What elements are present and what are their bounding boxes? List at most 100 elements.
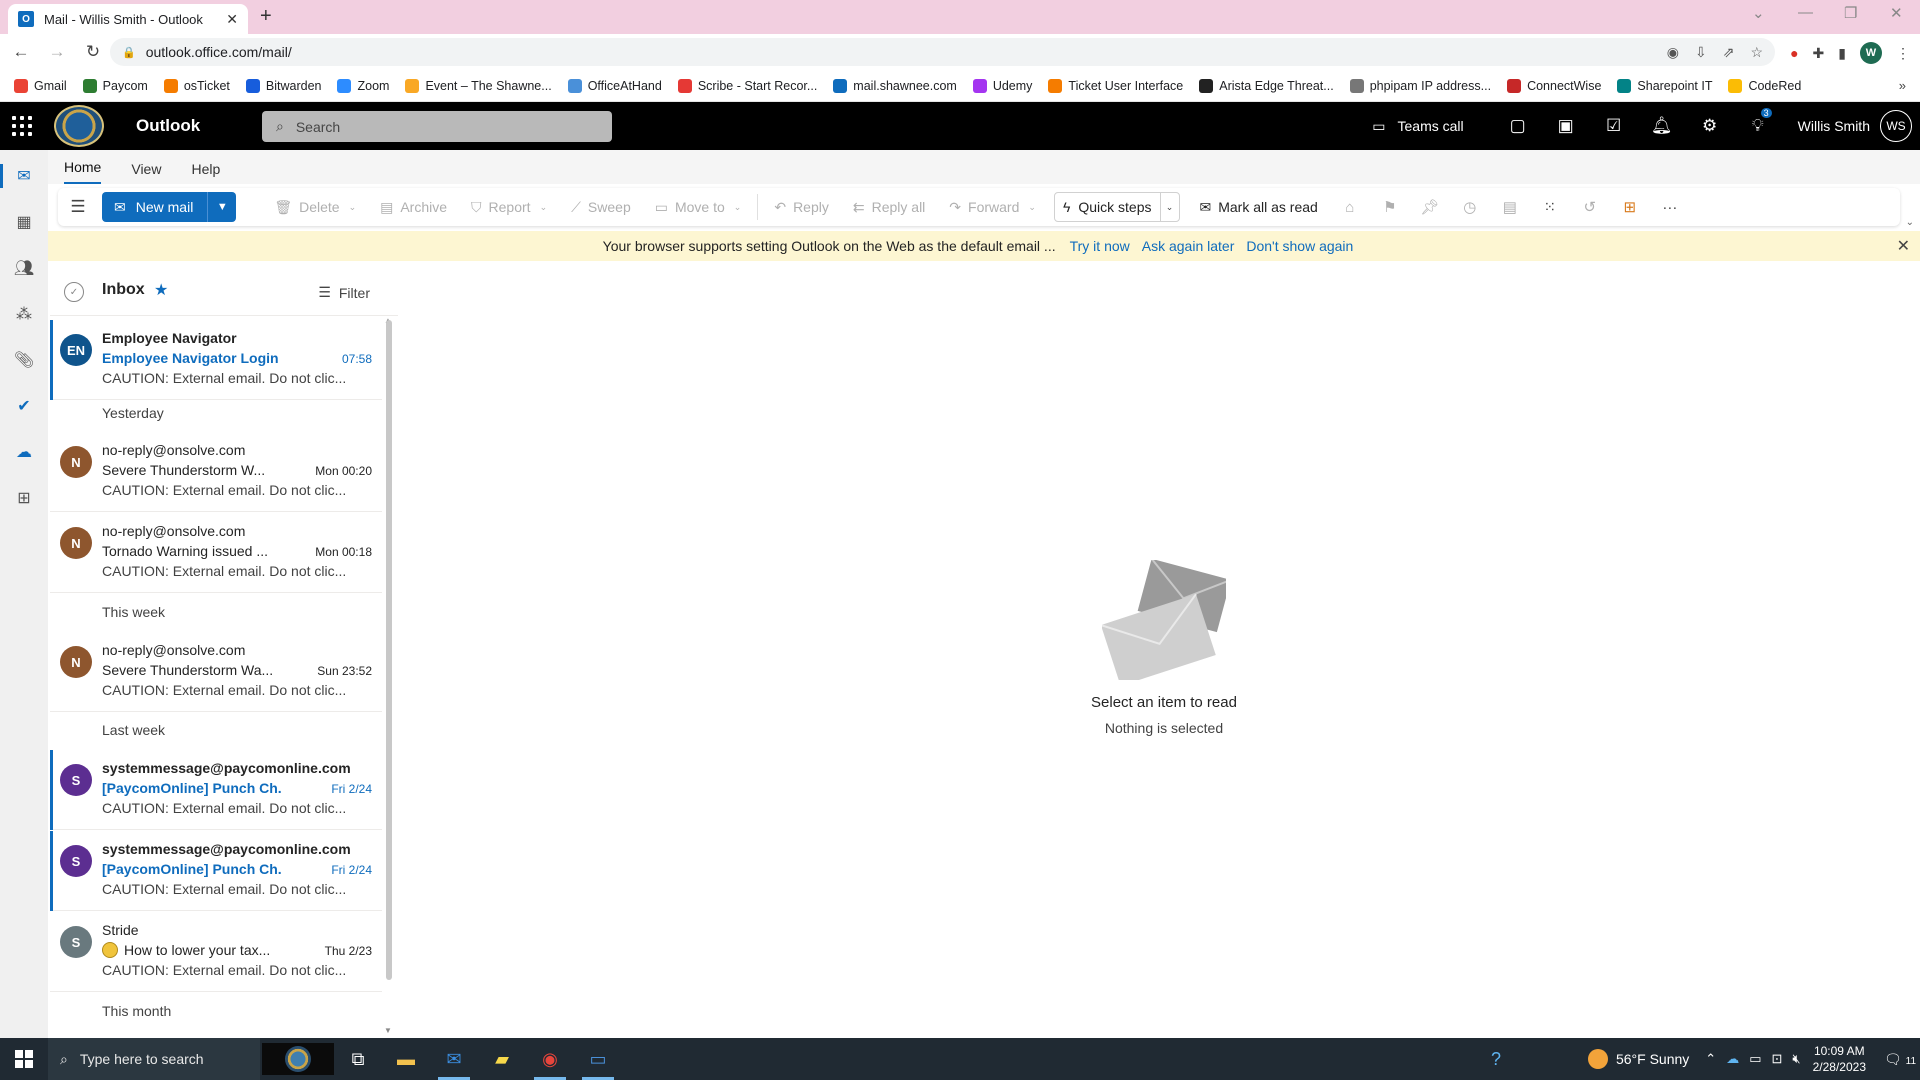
more-options-icon[interactable]: ···: [1650, 199, 1690, 216]
message-item[interactable]: EN Employee Navigator Employee Navigator L…: [50, 320, 382, 400]
weather-widget[interactable]: 56°F Sunny: [1587, 1049, 1689, 1069]
volume-muted-icon[interactable]: 🔇︎: [1792, 1051, 1800, 1067]
select-all-checkbox[interactable]: ✓: [64, 282, 84, 302]
groups-icon[interactable]: ⁂: [0, 294, 48, 334]
outlook-taskbar-icon[interactable]: ✉: [430, 1038, 478, 1080]
lock-icon[interactable]: 🔒: [122, 46, 136, 59]
forward-icon[interactable]: →: [42, 42, 72, 62]
clock[interactable]: 10:09 AM 2/28/2023: [1813, 1043, 1866, 1075]
mark-all-read-button[interactable]: ✉ Mark all as read: [1188, 199, 1330, 216]
chrome-icon[interactable]: ◉: [526, 1038, 574, 1080]
calendar-icon[interactable]: ▦: [0, 202, 48, 242]
bookmark-item[interactable]: Event – The Shawne...: [405, 78, 552, 93]
help-icon[interactable]: ?: [1472, 1038, 1520, 1080]
taskbar-search-box[interactable]: ⌕ Type here to search: [48, 1038, 260, 1080]
sender-avatar[interactable]: S: [60, 764, 92, 796]
lightbulb-icon[interactable]: 💡︎ 3: [1734, 108, 1782, 136]
bell-icon[interactable]: 🔔︎: [1638, 116, 1686, 136]
eye-icon[interactable]: ◉: [1667, 44, 1679, 61]
undo-icon[interactable]: ↺: [1570, 198, 1610, 216]
pin-icon[interactable]: 📌︎: [1410, 198, 1450, 216]
sender-avatar[interactable]: S: [60, 845, 92, 877]
new-mail-dropdown-icon[interactable]: ▼: [208, 201, 236, 213]
todo-icon[interactable]: ☑: [1590, 116, 1638, 136]
message-item[interactable]: S Stride How to lower your tax... Thu 2/23 C…: [50, 912, 382, 992]
app-launcher-icon[interactable]: [10, 114, 34, 138]
hamburger-menu-icon[interactable]: ☰: [58, 197, 98, 217]
tag-icon[interactable]: ⌂: [1330, 199, 1370, 216]
sender-avatar[interactable]: N: [60, 446, 92, 478]
bookmark-item[interactable]: ConnectWise: [1507, 78, 1601, 93]
message-item[interactable]: Nno-reply@onsolve.com Severe Thunderstorm…: [50, 632, 382, 712]
dont-show-again-link[interactable]: Don't show again: [1246, 238, 1353, 254]
bookmark-item[interactable]: phpipam IP address...: [1349, 78, 1491, 93]
todo-check-icon[interactable]: ✔: [0, 386, 48, 426]
sender-avatar[interactable]: N: [60, 527, 92, 559]
layout-icon[interactable]: ⊞: [1610, 198, 1650, 216]
bookmark-item[interactable]: mail.shawnee.com: [833, 78, 957, 93]
chat-icon[interactable]: ▢: [1494, 116, 1542, 136]
list-scrollbar[interactable]: [386, 320, 392, 980]
quick-steps-dropdown-icon[interactable]: ⌄: [1161, 202, 1179, 213]
file-explorer-icon[interactable]: ▬: [382, 1038, 430, 1080]
bookmark-item[interactable]: Scribe - Start Recor...: [677, 78, 817, 93]
quick-steps-button[interactable]: ϟ Quick steps ⌄: [1053, 192, 1180, 222]
paperclip-icon[interactable]: 📎︎: [0, 340, 48, 380]
share-icon[interactable]: ⇗: [1723, 44, 1735, 61]
side-panel-icon[interactable]: ▮: [1838, 45, 1846, 62]
message-item[interactable]: Ssystemmessage@paycomonline.com [PaycomOn…: [50, 831, 382, 911]
bookmark-item[interactable]: OfficeAtHand: [567, 78, 662, 93]
teams-icon[interactable]: ▣: [1542, 116, 1590, 136]
apps-icon[interactable]: ⁙: [1530, 198, 1570, 216]
bookmark-item[interactable]: Udemy: [972, 78, 1032, 93]
sender-avatar[interactable]: N: [60, 646, 92, 678]
message-item[interactable]: Nno-reply@onsolve.com Tornado Warning iss…: [50, 513, 382, 593]
show-hidden-icons-icon[interactable]: ⌃: [1705, 1051, 1716, 1067]
user-avatar[interactable]: WS: [1880, 110, 1912, 142]
sender-avatar[interactable]: S: [60, 926, 92, 958]
quick-steps-main[interactable]: ϟ Quick steps: [1055, 192, 1161, 222]
rules-icon[interactable]: ▤: [1490, 198, 1530, 216]
gear-icon[interactable]: ⚙: [1686, 116, 1734, 136]
puzzle-icon[interactable]: ✚: [1813, 45, 1825, 62]
user-name[interactable]: Willis Smith: [1798, 118, 1870, 134]
browser-tab-outlook[interactable]: O Mail - Willis Smith - Outlook ✕: [8, 4, 248, 34]
profile-avatar[interactable]: W: [1860, 42, 1882, 64]
minimize-icon[interactable]: —: [1798, 4, 1813, 21]
bookmark-item[interactable]: Ticket User Interface: [1048, 78, 1183, 93]
mail-icon[interactable]: ✉: [0, 156, 48, 196]
tab-view[interactable]: View: [131, 161, 161, 184]
favorite-star-icon[interactable]: ★: [154, 280, 168, 300]
reply-button[interactable]: ↶ Reply: [762, 199, 841, 216]
delete-button[interactable]: 🗑︎ Delete ⌄: [262, 199, 368, 216]
bookmark-item[interactable]: Bitwarden: [245, 78, 321, 93]
restore-icon[interactable]: ❐: [1844, 4, 1857, 22]
sender-avatar[interactable]: EN: [60, 334, 92, 366]
people-icon[interactable]: 👥︎: [0, 248, 48, 288]
tab-search-chevron-icon[interactable]: ⌄: [1752, 4, 1765, 22]
message-item[interactable]: Nno-reply@onsolve.com Severe Thunderstorm…: [50, 432, 382, 512]
start-button[interactable]: [0, 1038, 48, 1080]
search-input[interactable]: ⌕ Search: [262, 111, 612, 142]
network-icon[interactable]: ⊡: [1772, 1051, 1783, 1067]
bookmark-item[interactable]: Gmail: [14, 78, 67, 93]
sweep-button[interactable]: ⟋ Sweep: [559, 199, 643, 216]
browser-menu-icon[interactable]: ⋮: [1896, 45, 1910, 62]
report-button[interactable]: ⛉ Report ⌄: [459, 199, 559, 216]
bookmark-star-icon[interactable]: ☆: [1750, 44, 1763, 61]
ribbon-collapse-icon[interactable]: ⌄: [1906, 217, 1914, 228]
search-highlight-image[interactable]: [262, 1043, 334, 1075]
archive-button[interactable]: ▤ Archive: [368, 199, 459, 216]
notification-center-icon[interactable]: 🗨︎ 11: [1880, 1051, 1920, 1068]
new-mail-button[interactable]: ✉ New mail ▼: [102, 192, 237, 222]
address-bar[interactable]: 🔒 outlook.office.com/mail/ ◉ ⇩ ⇗ ☆: [110, 38, 1775, 66]
tab-help[interactable]: Help: [191, 161, 220, 184]
move-to-button[interactable]: ▭ Move to ⌄: [643, 199, 754, 216]
more-apps-icon[interactable]: ⊞: [0, 478, 48, 518]
forward-button[interactable]: ↷ Forward ⌄: [937, 199, 1048, 216]
reload-icon[interactable]: ↻: [78, 42, 108, 62]
onedrive-tray-icon[interactable]: ☁: [1726, 1051, 1739, 1067]
message-item[interactable]: Ssystemmessage@paycomonline.com [PaycomOn…: [50, 750, 382, 830]
bookmark-item[interactable]: Zoom: [337, 78, 389, 93]
bookmark-item[interactable]: osTicket: [163, 78, 230, 93]
